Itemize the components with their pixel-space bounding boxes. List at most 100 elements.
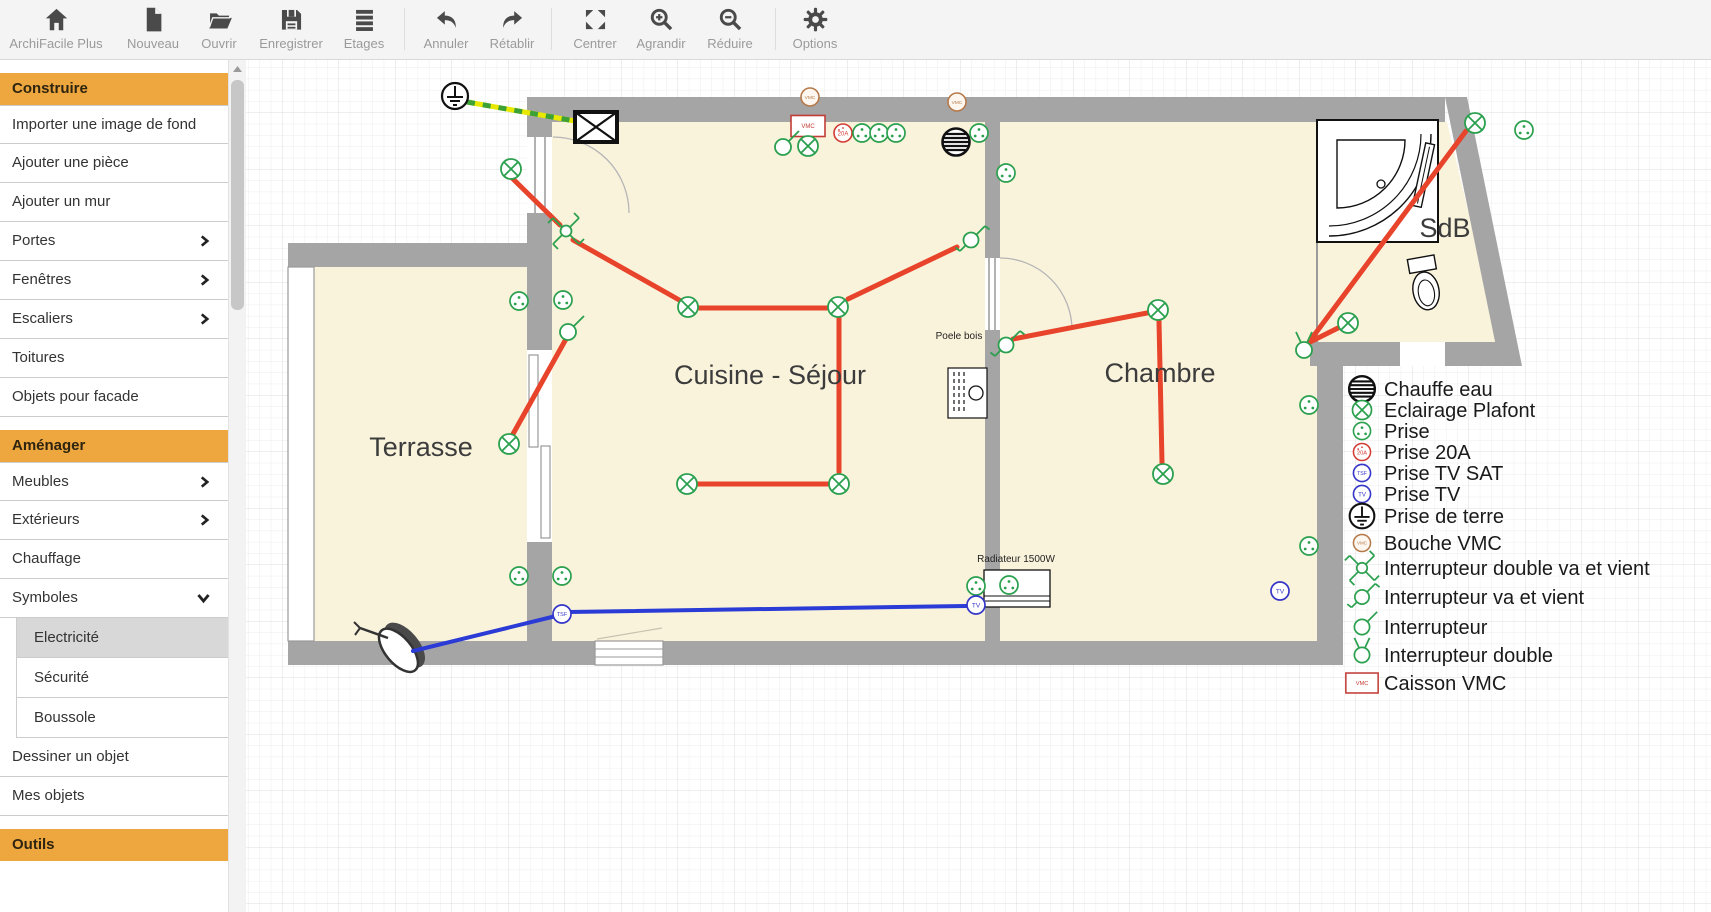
sidebar-item-symboles[interactable]: Symboles [0,579,228,618]
plan-symbol-eclairage[interactable] [1338,313,1358,333]
scroll-up-icon[interactable] [229,60,246,77]
scrollbar-thumb[interactable] [231,80,244,310]
sidebar-item-meubles[interactable]: Meubles [0,462,228,501]
sidebar-item-dessiner-un-objet[interactable]: Dessiner un objet [0,738,228,777]
plan-symbol-bouchevmc[interactable]: VMC [801,88,819,106]
plan-symbol-tv: TV [1353,485,1370,502]
toolbar-label: Annuler [424,36,469,51]
sidebar-row-label: Mes objets [12,787,85,804]
plan-symbol-prise[interactable] [1000,576,1018,594]
wall-chambre-right[interactable] [1317,342,1343,641]
door-sdb[interactable] [1400,342,1445,366]
plan-symbol-caissonvmc: VMC [1346,673,1378,693]
toolbar-button-home[interactable]: ArchiFacile Plus [8,6,104,56]
toolbar-button-redo[interactable]: Rétablir [464,6,560,56]
sidebar-row-label: Construire [12,80,88,97]
wall-terrasse-top[interactable] [288,243,552,267]
toolbar-button-zoomout[interactable]: Réduire [682,6,778,56]
legend-label: Prise TV [1384,484,1461,506]
sidebar-row-label: Boussole [34,709,96,726]
sidebar-item-mes-objets[interactable]: Mes objets [0,777,228,816]
plan-symbol-eclairage[interactable] [499,434,519,454]
sidebar-item-fenetres[interactable]: Fenêtres [0,261,228,300]
chevron-right-icon [199,514,210,526]
plan-symbol-tvsat[interactable]: TSF [553,605,571,623]
plan-symbol-eclairage[interactable] [677,474,697,494]
sidebar-subitem-securite[interactable]: Sécurité [17,658,228,698]
svg-text:VMC: VMC [801,124,815,130]
svg-text:VMC: VMC [1356,681,1369,687]
plan-symbol-eclairage[interactable] [828,297,848,317]
svg-text:20A: 20A [1357,450,1367,456]
plan-symbol-prise[interactable] [510,567,528,585]
svg-text:VMC: VMC [805,95,816,101]
wall-top[interactable] [527,97,1445,122]
plan-symbol-tv[interactable]: TV [1271,582,1289,600]
plan-symbol-prise[interactable] [1300,537,1318,555]
zoom-in-icon [648,6,675,33]
sidebar-item-chauffage[interactable]: Chauffage [0,540,228,579]
sidebar-scrollbar[interactable] [229,60,246,912]
plan-symbol-prise[interactable] [997,164,1015,182]
door-sliding-terrasse[interactable] [527,350,552,542]
sidebar-section-construire: Construire [0,73,228,105]
toolbar-button-options[interactable]: Options [767,6,863,56]
sidebar-item-ajouter-une-piece[interactable]: Ajouter une pièce [0,144,228,183]
toolbar-separator [775,8,776,50]
redo-icon [499,6,526,33]
plan-symbol-prise[interactable] [554,291,572,309]
sidebar-row-label: Sécurité [34,669,89,686]
chevron-right-icon [199,235,210,247]
plan-symbol-prise20a[interactable]: 20A [834,124,852,142]
legend-label: Prise TV SAT [1384,463,1503,485]
plan-symbol-tableau[interactable] [575,112,617,142]
plan-symbol-eclairage[interactable] [829,474,849,494]
sidebar-item-toitures[interactable]: Toitures [0,339,228,378]
wood-stove[interactable] [948,368,987,418]
expand-icon [582,6,609,33]
home-icon [43,6,70,33]
plan-symbol-prise[interactable] [553,567,571,585]
plan-symbol-eclairage[interactable] [501,159,521,179]
wire-red[interactable] [1159,321,1162,463]
plan-symbol-tv[interactable]: TV [967,596,985,614]
object-label: Poele bois [936,331,983,342]
new-document-icon [140,6,167,33]
plan-symbol-bouchevmc[interactable]: VMC [948,93,966,111]
plan-symbol-prise[interactable] [1515,121,1533,139]
sidebar-row-label: Outils [12,836,55,853]
sidebar-subitem-boussole[interactable]: Boussole [17,698,228,738]
plan-symbol-prise [1353,422,1370,439]
window-terrasse-left[interactable] [288,267,314,641]
plan-symbol-prise[interactable] [967,577,985,595]
sidebar-section-outils: Outils [0,829,228,861]
sidebar-item-ajouter-un-mur[interactable]: Ajouter un mur [0,183,228,222]
plan-symbol-eclairage[interactable] [798,136,818,156]
sidebar-item-escaliers[interactable]: Escaliers [0,300,228,339]
plan-symbol-terre[interactable] [442,83,468,109]
plan-symbol-eclairage[interactable] [1153,464,1173,484]
sidebar-item-exterieurs[interactable]: Extérieurs [0,501,228,540]
plan-symbol-eclairage[interactable] [678,297,698,317]
plan-symbol-prise[interactable] [853,124,871,142]
sidebar-item-importer-une-image-de-fond[interactable]: Importer une image de fond [0,105,228,144]
plan-symbol-prise[interactable] [970,124,988,142]
sidebar-item-portes[interactable]: Portes [0,222,228,261]
plan-symbol-prise[interactable] [870,124,888,142]
svg-text:VMC: VMC [952,100,963,106]
plan-symbol-prise[interactable] [887,124,905,142]
sidebar-item-objets-pour-facade[interactable]: Objets pour facade [0,378,228,417]
plan-symbol-chauffeeau[interactable] [943,129,970,156]
plan-symbol-prise[interactable] [1300,396,1318,414]
legend-label: Interrupteur va et vient [1384,587,1585,609]
legend-label: Interrupteur double va et vient [1384,558,1650,580]
toolbar-label: ArchiFacile Plus [9,36,102,51]
floorplan-canvas[interactable]: VMCVMCVMC20ATSFTVTV TerrasseCuisine - Sé… [246,60,1711,912]
sidebar-submenu: Electricité Sécurité Boussole [16,618,228,738]
plan-symbol-prise[interactable] [510,292,528,310]
legend-label: Bouche VMC [1384,533,1502,555]
plan-symbol-eclairage[interactable] [1148,300,1168,320]
sidebar-subitem-electricite[interactable]: Electricité [17,618,228,658]
save-icon [278,6,305,33]
plan-symbol-eclairage[interactable] [1465,113,1485,133]
